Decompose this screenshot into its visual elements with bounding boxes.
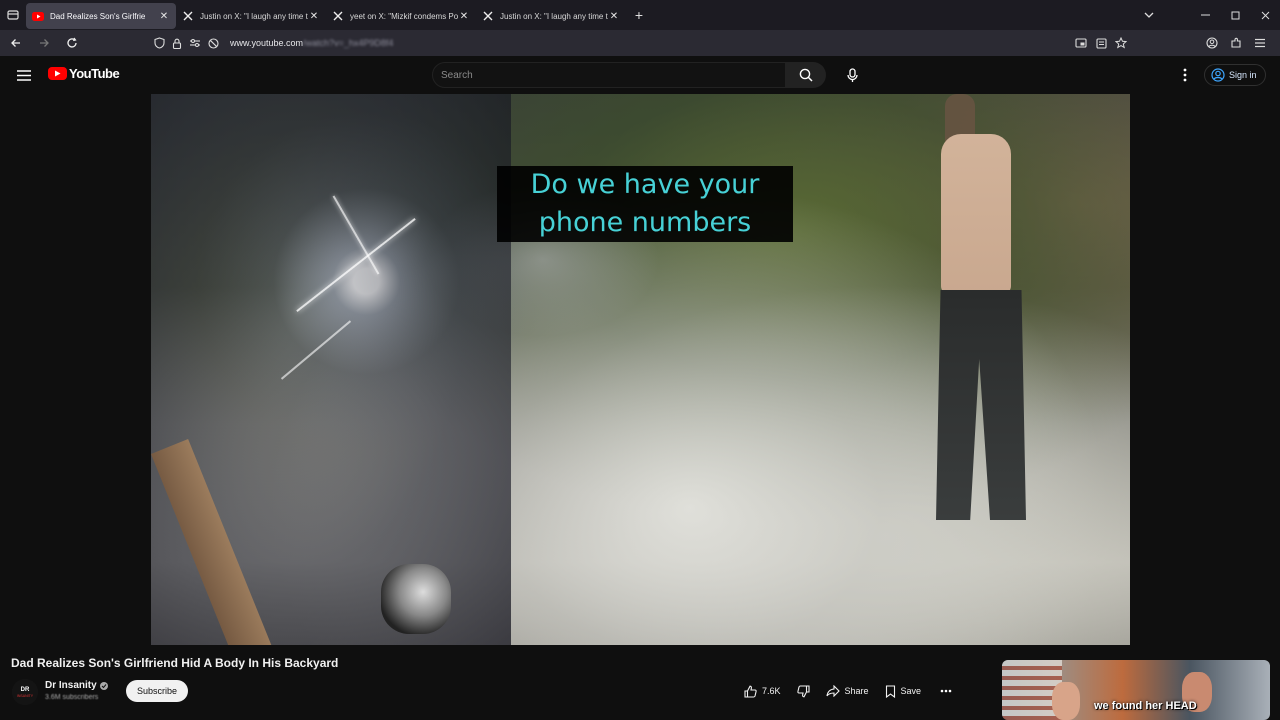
close-icon[interactable]: ✕ (608, 10, 620, 22)
picture-in-picture-icon[interactable] (1072, 34, 1090, 52)
back-arrow-icon[interactable] (4, 31, 28, 55)
svg-text:DR: DR (21, 687, 30, 693)
chevron-down-icon[interactable] (1140, 6, 1158, 24)
video-player[interactable]: Do we have your phone numbers (151, 94, 1130, 645)
person-torso (941, 134, 1011, 294)
search-icon (799, 68, 813, 82)
like-dislike-group: 7.6K (736, 680, 818, 702)
browser-tab-strip: Dad Realizes Son's Girlfrie ✕ Justin on … (0, 0, 1280, 30)
x-icon (482, 10, 494, 22)
youtube-header: YouTube Sign in (0, 56, 1280, 94)
voice-search-button[interactable] (838, 62, 866, 88)
video-title: Dad Realizes Son's Girlfriend Hid A Body… (11, 656, 339, 670)
sign-in-button[interactable]: Sign in (1204, 64, 1266, 86)
browser-tab-4[interactable]: Justin on X: "I laugh any time tl ✕ (476, 3, 626, 29)
app-menu-icon[interactable] (1248, 32, 1272, 54)
close-icon[interactable]: ✕ (158, 10, 170, 22)
sign-in-label: Sign in (1229, 70, 1257, 80)
video-actions: 7.6K Share Save (736, 680, 957, 702)
browser-tab-3[interactable]: yeet on X: "Mizkif condems Poli ✕ (326, 3, 476, 29)
subscriber-count: 3.6M subscribers (45, 694, 99, 701)
x-icon (182, 10, 194, 22)
bookmark-star-icon[interactable] (1112, 34, 1130, 52)
channel-name[interactable]: Dr Insanity (45, 680, 108, 691)
menu-icon[interactable] (14, 65, 34, 85)
verified-icon (99, 681, 108, 690)
x-icon (332, 10, 344, 22)
browser-navbar: www.youtube.com/watch?v=_hx4P9D8f4 (0, 30, 1280, 56)
thumbnail-face (1052, 682, 1080, 720)
tab-list-icon[interactable] (0, 0, 26, 30)
like-count: 7.6K (762, 686, 781, 696)
url-actions (1070, 32, 1130, 54)
url-bar[interactable]: www.youtube.com/watch?v=_hx4P9D8f4 (150, 32, 1130, 54)
tab-title: yeet on X: "Mizkif condems Poli (350, 11, 458, 21)
youtube-icon (32, 10, 44, 22)
reader-view-icon[interactable] (1092, 34, 1110, 52)
thumbnail-text: we found her HEAD (1094, 700, 1197, 712)
autoplay-blocked-icon[interactable] (204, 34, 222, 52)
youtube-play-icon (48, 67, 67, 80)
save-label: Save (900, 686, 922, 696)
forward-arrow-icon[interactable] (32, 31, 56, 55)
more-actions-icon[interactable] (935, 680, 957, 702)
account-icon[interactable] (1200, 32, 1224, 54)
restore-icon[interactable] (1220, 0, 1250, 30)
shield-icon[interactable] (150, 34, 168, 52)
share-label: Share (844, 686, 869, 696)
reload-icon[interactable] (60, 31, 84, 55)
permissions-icon[interactable] (186, 34, 204, 52)
window-close-icon[interactable] (1250, 0, 1280, 30)
toolbar-right (1200, 32, 1272, 54)
share-button[interactable]: Share (818, 680, 877, 702)
thumbs-up-icon (744, 685, 757, 698)
search-button[interactable] (786, 62, 826, 88)
window-controls (1190, 0, 1280, 30)
person-figure (921, 94, 1051, 524)
extensions-icon[interactable] (1224, 32, 1248, 54)
logo-text: YouTube (69, 66, 120, 81)
tab-title: Justin on X: "I laugh any time tl (500, 11, 608, 21)
url-host: www.youtube.com (230, 38, 304, 48)
channel-name-text[interactable]: Dr Insanity (45, 680, 97, 691)
settings-menu-icon[interactable] (1176, 66, 1194, 84)
thumbs-down-icon (796, 684, 810, 698)
search-box (432, 62, 826, 88)
subscribe-button[interactable]: Subscribe (126, 680, 189, 702)
caption-line: phone numbers (538, 207, 752, 238)
youtube-logo[interactable]: YouTube (48, 66, 120, 81)
caption-line: Do we have your (530, 169, 760, 200)
like-button[interactable]: 7.6K (736, 680, 789, 702)
lock-icon[interactable] (168, 34, 186, 52)
new-tab-icon[interactable]: + (626, 2, 652, 28)
person-pants (936, 290, 1026, 520)
tab-title: Justin on X: "I laugh any time tl (200, 11, 308, 21)
avatar[interactable]: DR INSANITY (12, 679, 38, 705)
svg-text:INSANITY: INSANITY (17, 694, 34, 698)
url-path: /watch?v=_hx4P9D8f4 (303, 38, 394, 48)
video-caption: Do we have your phone numbers (497, 166, 793, 242)
account-circle-icon (1211, 68, 1225, 82)
close-icon[interactable]: ✕ (308, 10, 320, 22)
browser-tab-1[interactable]: Dad Realizes Son's Girlfrie ✕ (26, 3, 176, 29)
tab-title: Dad Realizes Son's Girlfrie (50, 11, 146, 21)
share-icon (825, 685, 840, 697)
save-button[interactable]: Save (877, 680, 930, 702)
microphone-icon (846, 67, 858, 83)
dislike-button[interactable] (789, 680, 818, 702)
foreground-object (381, 564, 451, 634)
browser-tab-2[interactable]: Justin on X: "I laugh any time tl ✕ (176, 3, 326, 29)
save-playlist-icon (885, 684, 896, 698)
close-icon[interactable]: ✕ (458, 10, 470, 22)
minimize-icon[interactable] (1190, 0, 1220, 30)
recommended-video-thumbnail[interactable]: we found her HEAD (1002, 660, 1270, 720)
search-input[interactable] (432, 62, 786, 88)
url-text: www.youtube.com/watch?v=_hx4P9D8f4 (230, 38, 393, 48)
